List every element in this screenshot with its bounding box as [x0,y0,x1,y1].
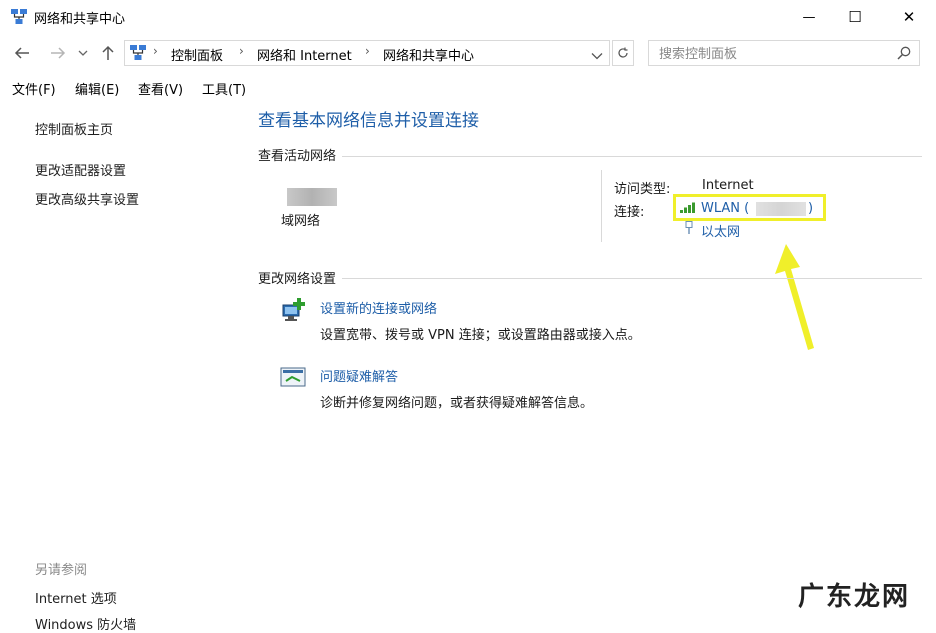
refresh-button[interactable] [612,40,634,66]
wifi-signal-icon [680,201,698,217]
refresh-icon [618,47,628,58]
troubleshoot-description: 诊断并修复网络问题，或者获得疑难解答信息。 [320,396,594,411]
breadcrumb-control-panel[interactable]: 控制面板 [171,45,223,64]
breadcrumb-separator-icon: › [365,44,370,58]
annotation-arrow-icon [775,244,814,350]
setup-new-connection-description: 设置宽带、拨号或 VPN 连接；或设置路由器或接入点。 [320,328,641,343]
address-dropdown-chevron-icon[interactable] [591,49,603,64]
breadcrumb-network-sharing-center[interactable]: 网络和共享中心 [383,45,474,64]
wlan-connection-link[interactable]: WLAN ( [701,201,749,216]
menu-edit[interactable]: 编辑(E) [75,79,119,98]
left-link-internet-options[interactable]: Internet 选项 [35,588,117,607]
menu-bar: 文件(F) 编辑(E) 查看(V) 工具(T) [0,74,936,100]
see-also-heading: 另请参阅 [35,563,88,578]
breadcrumb-separator-icon: › [239,44,244,58]
wlan-connection-close-paren[interactable]: ) [808,201,813,216]
wlan-name-redacted [756,202,806,216]
access-type-value: Internet [702,178,754,193]
network-info-divider [601,170,602,242]
search-icon[interactable] [897,46,911,64]
up-arrow-icon[interactable] [98,42,118,64]
back-arrow-icon[interactable] [12,42,32,64]
recent-locations-chevron-icon[interactable] [76,42,90,64]
active-networks-divider [258,156,922,157]
menu-tools[interactable]: 工具(T) [202,79,246,98]
network-setup-icon [280,297,308,329]
breadcrumb-network-internet[interactable]: 网络和 Internet [257,45,352,64]
troubleshoot-link[interactable]: 问题疑难解答 [320,366,398,385]
left-link-advanced-sharing[interactable]: 更改高级共享设置 [35,189,139,208]
connection-label: 连接: [614,205,645,220]
menu-file[interactable]: 文件(F) [12,79,56,98]
search-input[interactable] [657,43,891,65]
setup-new-connection-link[interactable]: 设置新的连接或网络 [320,298,437,317]
close-button[interactable]: ✕ [886,0,932,34]
control-panel-icon [129,44,147,66]
menu-view[interactable]: 查看(V) [138,79,183,98]
address-bar[interactable]: › 控制面板 › 网络和 Internet › 网络和共享中心 [124,40,610,66]
network-name-redacted [287,188,337,206]
breadcrumb-separator-icon: › [153,44,158,58]
minimize-button[interactable]: — [786,0,832,34]
left-link-adapter-settings[interactable]: 更改适配器设置 [35,160,126,179]
change-settings-divider [258,278,922,279]
window-title: 网络和共享中心 [34,12,126,27]
network-type-label: 域网络 [281,214,321,229]
network-app-icon [10,8,28,26]
maximize-button[interactable]: ☐ [832,0,878,34]
forward-arrow-icon[interactable] [48,42,68,64]
ethernet-connection-link[interactable]: 以太网 [701,221,740,240]
title-bar: 网络和共享中心 — ☐ ✕ [0,0,936,34]
active-networks-heading: 查看活动网络 [258,145,343,164]
troubleshoot-icon [280,366,306,394]
access-type-label: 访问类型: [614,182,671,197]
address-row: › 控制面板 › 网络和 Internet › 网络和共享中心 [0,36,936,70]
watermark: 广东龙网 [798,582,911,612]
page-title: 查看基本网络信息并设置连接 [258,111,479,131]
ethernet-icon [684,221,694,239]
left-link-control-panel-home[interactable]: 控制面板主页 [35,119,113,138]
change-settings-heading: 更改网络设置 [258,268,343,287]
search-box[interactable] [648,40,920,66]
left-link-windows-firewall[interactable]: Windows 防火墙 [35,614,136,633]
